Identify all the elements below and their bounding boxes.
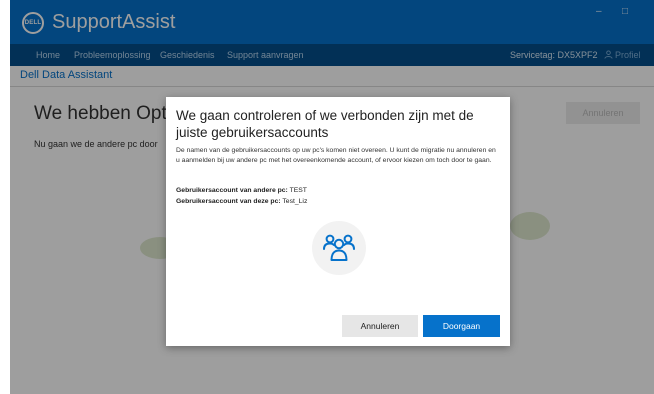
users-icon bbox=[323, 234, 355, 261]
other-pc-account: Gebruikersaccount van andere pc: TEST bbox=[176, 187, 307, 194]
dialog-body: De namen van de gebruikersaccounts op uw… bbox=[176, 147, 496, 164]
account-check-dialog: We gaan controleren of we verbonden zijn… bbox=[166, 97, 510, 346]
other-pc-account-label: Gebruikersaccount van andere pc: bbox=[176, 187, 288, 194]
users-icon-circle bbox=[312, 221, 366, 275]
this-pc-account-value: Test_Liz bbox=[282, 198, 308, 205]
dialog-title: We gaan controleren of we verbonden zijn… bbox=[176, 108, 474, 140]
this-pc-account: Gebruikersaccount van deze pc: Test_Liz bbox=[176, 198, 307, 205]
app-window: DELL SupportAssist – □ Home Probleemoplo… bbox=[10, 0, 654, 394]
cancel-button[interactable]: Annuleren bbox=[342, 315, 418, 337]
other-pc-account-value: TEST bbox=[289, 187, 307, 194]
this-pc-account-label: Gebruikersaccount van deze pc: bbox=[176, 198, 281, 205]
continue-button[interactable]: Doorgaan bbox=[423, 315, 500, 337]
